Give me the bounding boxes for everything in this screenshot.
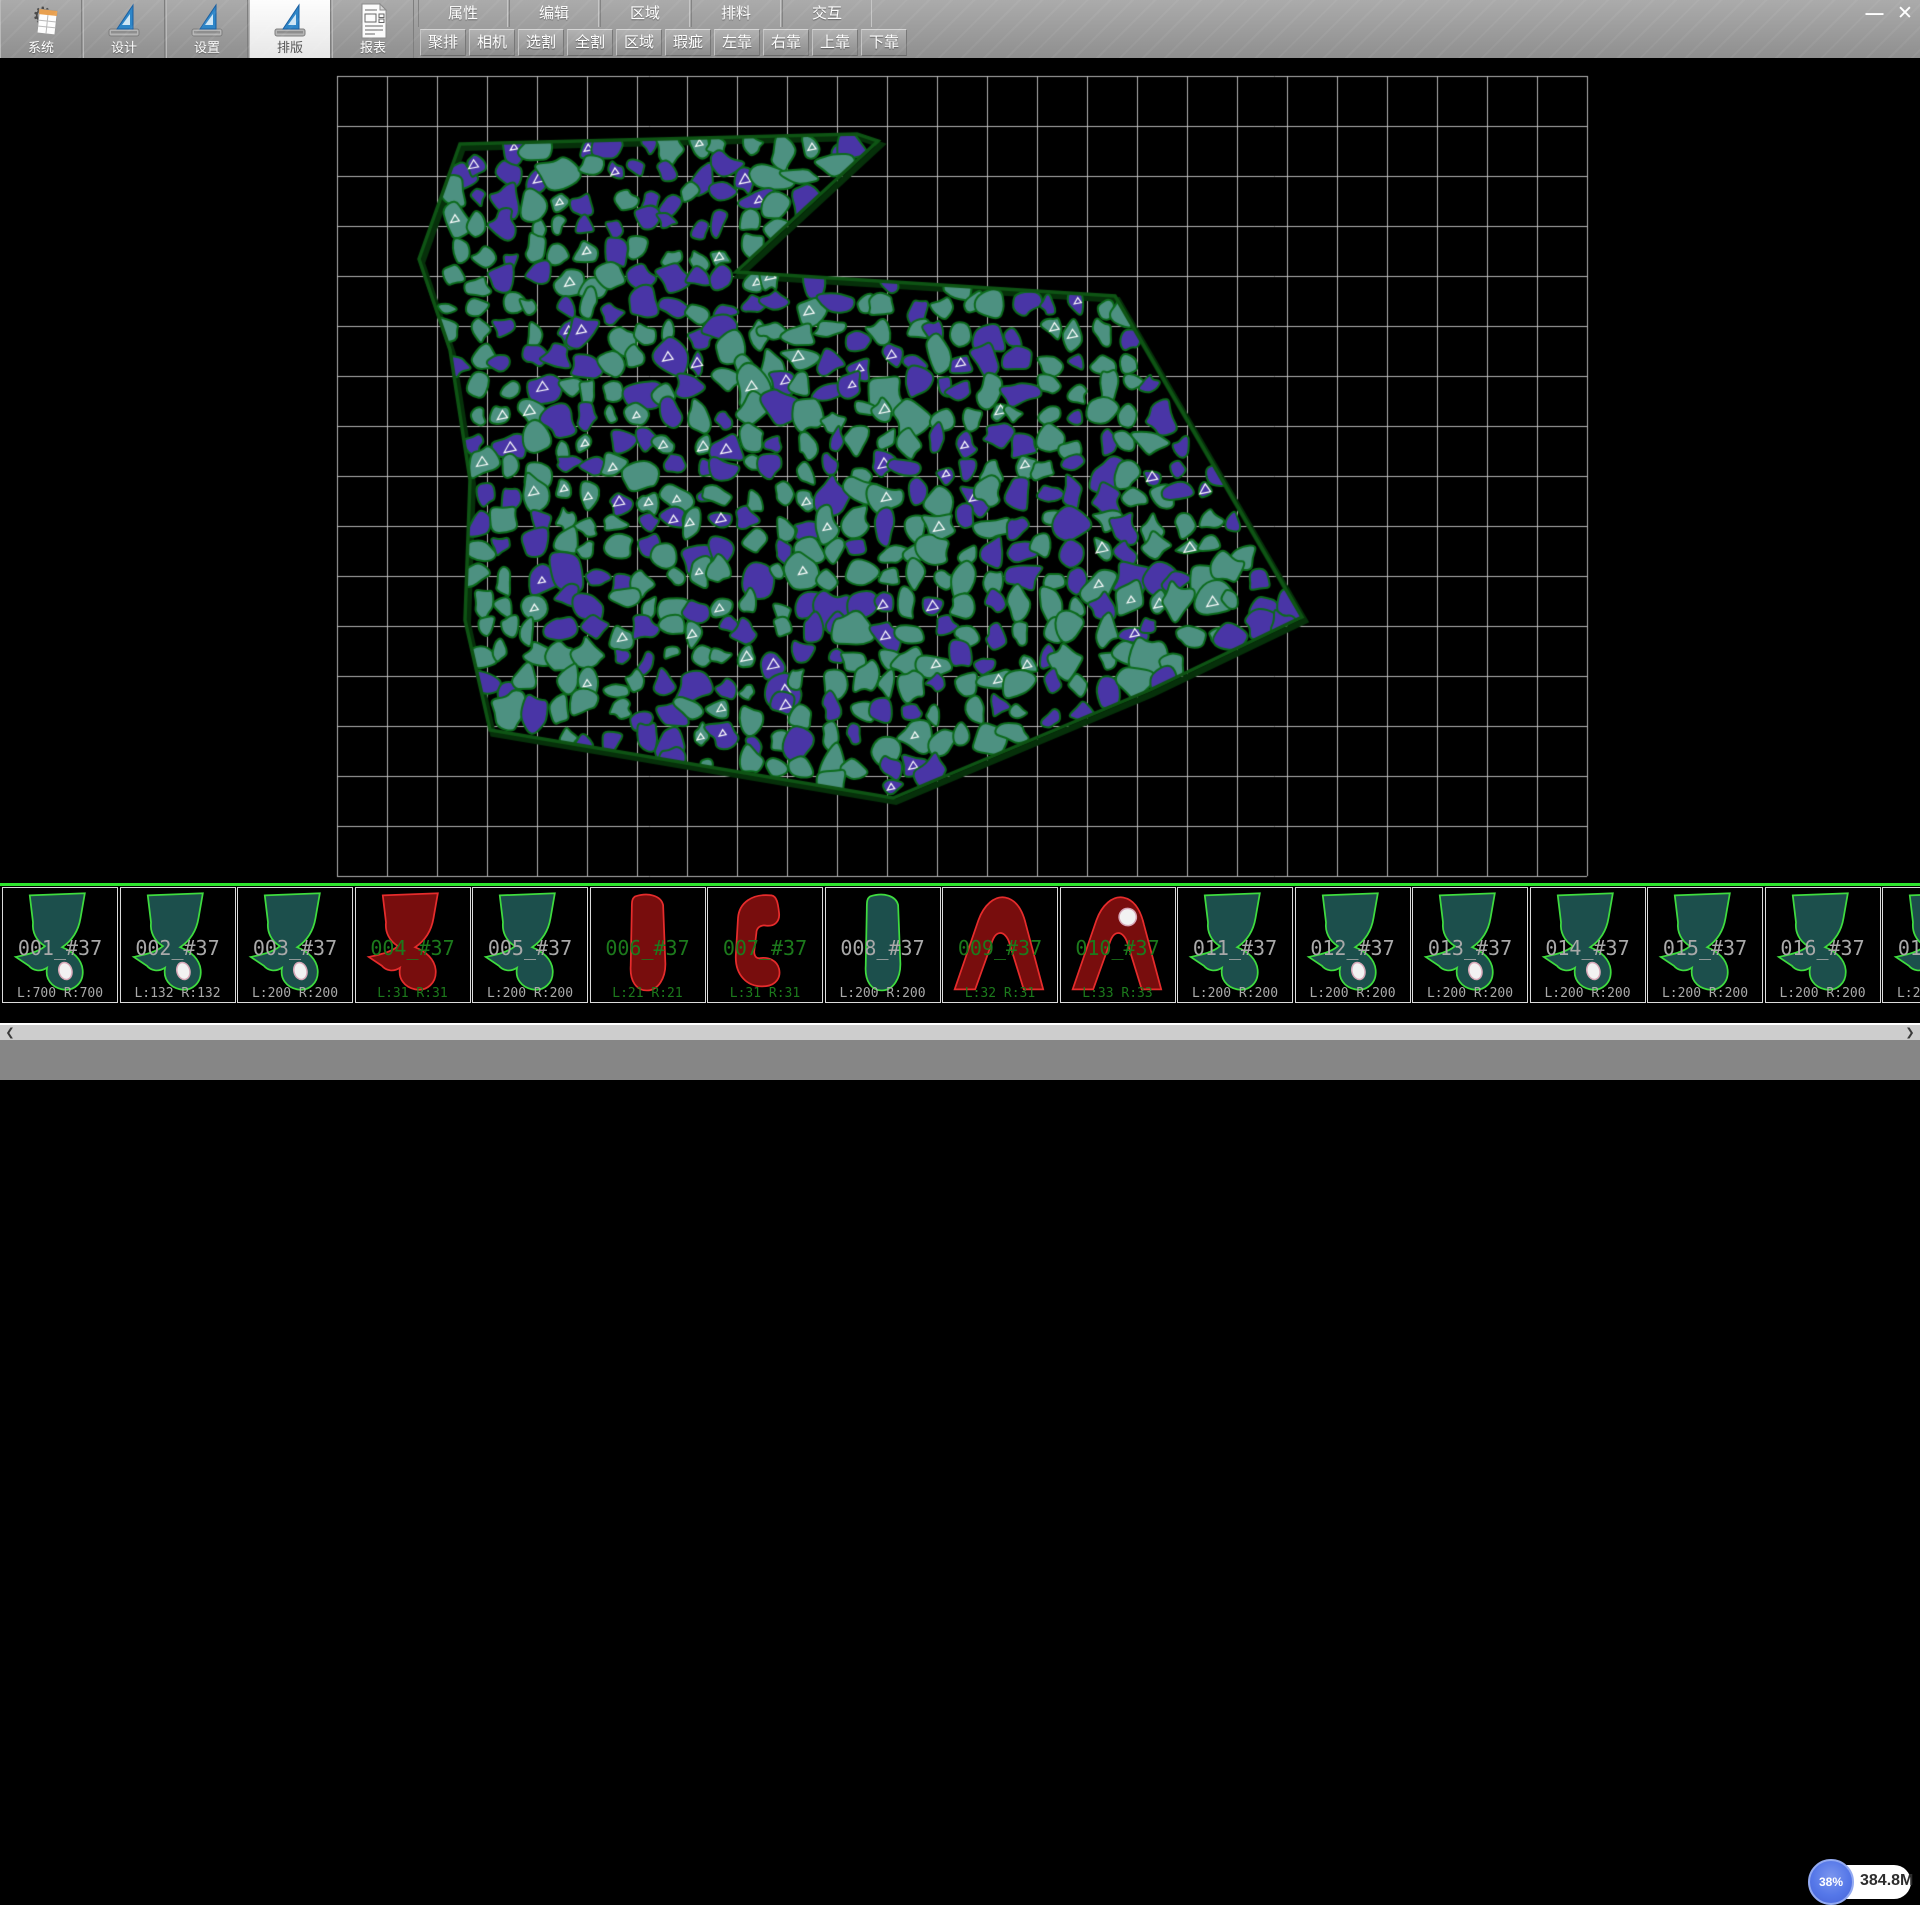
piece-id-label: 004_#37 <box>356 936 470 960</box>
piece-thumbnail-010_#37[interactable]: 010_#37 L:33 R:33 <box>1060 887 1176 1003</box>
piece-thumbnail-005_#37[interactable]: 005_#37 L:200 R:200 <box>472 887 588 1003</box>
piece-counts-label: L:31 R:31 <box>356 986 470 1001</box>
piece-counts-label: L:200 R:200 <box>1648 986 1762 1001</box>
menu-tab-3[interactable]: 区域 <box>600 0 690 27</box>
scroll-left-arrow-icon[interactable]: ❮ <box>2 1026 18 1039</box>
piece-counts-label: L:200 R:200 <box>1413 986 1527 1001</box>
nesting-setsquare-icon <box>250 2 330 40</box>
piece-id-label: 010_#37 <box>1061 936 1175 960</box>
piece-id-label: 013_#37 <box>1413 936 1527 960</box>
nesting-canvas[interactable] <box>0 58 1920 883</box>
toolbar-button-label: 设计 <box>84 40 164 56</box>
piece-counts-label: L:700 R:700 <box>3 986 117 1001</box>
piece-counts-label: L:200 R:200 <box>238 986 352 1001</box>
piece-thumbnail-008_#37[interactable]: 008_#37 L:200 R:200 <box>825 887 941 1003</box>
piece-thumbnail-016_#37[interactable]: 016_#37 L:200 R:200 <box>1765 887 1881 1003</box>
scroll-right-arrow-icon[interactable]: ❯ <box>1902 1026 1918 1039</box>
toolbar-button-label: 报表 <box>333 40 413 56</box>
toolbar-button-5[interactable]: 报表 <box>332 0 414 58</box>
piece-thumbnail-001_#37[interactable]: 001_#37 L:700 R:700 <box>2 887 118 1003</box>
piece-counts-label: L:21 R:21 <box>591 986 705 1001</box>
memory-usage-badge[interactable]: 38% 384.8M <box>1812 1865 1911 1899</box>
menu-tab-4[interactable]: 排料 <box>691 0 781 27</box>
piece-id-label: 016_#37 <box>1766 936 1880 960</box>
piece-id-label: 017_#37 <box>1883 936 1920 960</box>
strip-accent-line <box>0 883 1920 886</box>
action-button-1[interactable]: 聚排 <box>420 29 466 56</box>
action-button-8[interactable]: 右靠 <box>763 29 809 56</box>
piece-thumbnail-015_#37[interactable]: 015_#37 L:200 R:200 <box>1647 887 1763 1003</box>
action-button-3[interactable]: 选割 <box>518 29 564 56</box>
report-document-icon <box>333 2 413 40</box>
action-button-4[interactable]: 全割 <box>567 29 613 56</box>
piece-id-label: 008_#37 <box>826 936 940 960</box>
status-bar <box>0 1040 1920 1080</box>
toolbar-button-1[interactable]: ⚙系统 <box>0 0 82 58</box>
window-controls: — ✕ <box>1862 0 1918 26</box>
settings-setsquare-icon <box>167 2 247 40</box>
piece-thumbnail-004_#37[interactable]: 004_#37 L:31 R:31 <box>355 887 471 1003</box>
menu-tab-2[interactable]: 编辑 <box>509 0 599 27</box>
piece-counts-label: L:200 R:200 <box>1883 986 1920 1001</box>
piece-id-label: 011_#37 <box>1178 936 1292 960</box>
piece-id-label: 005_#37 <box>473 936 587 960</box>
main-toolbar: ⚙系统设计设置排版报表 属性编辑区域排料交互 聚排相机选割全割区域瑕疵左靠右靠上… <box>0 0 1920 58</box>
action-button-10[interactable]: 下靠 <box>861 29 907 56</box>
toolbar-button-4[interactable]: 排版 <box>249 0 331 58</box>
piece-thumbnail-011_#37[interactable]: 011_#37 L:200 R:200 <box>1177 887 1293 1003</box>
piece-thumbnail-013_#37[interactable]: 013_#37 L:200 R:200 <box>1412 887 1528 1003</box>
piece-id-label: 014_#37 <box>1531 936 1645 960</box>
piece-id-label: 015_#37 <box>1648 936 1762 960</box>
action-button-9[interactable]: 上靠 <box>812 29 858 56</box>
piece-thumbnail-014_#37[interactable]: 014_#37 L:200 R:200 <box>1530 887 1646 1003</box>
toolbar-button-3[interactable]: 设置 <box>166 0 248 58</box>
minimize-button[interactable]: — <box>1862 0 1888 26</box>
piece-counts-label: L:132 R:132 <box>121 986 235 1001</box>
piece-thumbnail-009_#37[interactable]: 009_#37 L:32 R:31 <box>942 887 1058 1003</box>
pieces-thumbnail-strip: 001_#37L:700 R:700002_#37L:132 R:132003_… <box>0 883 1920 1023</box>
piece-id-label: 006_#37 <box>591 936 705 960</box>
piece-id-label: 009_#37 <box>943 936 1057 960</box>
piece-counts-label: L:33 R:33 <box>1061 986 1175 1001</box>
piece-id-label: 002_#37 <box>121 936 235 960</box>
usage-percent-circle[interactable]: 38% <box>1808 1859 1854 1905</box>
action-button-6[interactable]: 瑕疵 <box>665 29 711 56</box>
memory-value-label: 384.8M <box>1860 1872 1913 1890</box>
action-button-7[interactable]: 左靠 <box>714 29 760 56</box>
piece-thumbnail-007_#37[interactable]: 007_#37 L:31 R:31 <box>707 887 823 1003</box>
piece-id-label: 003_#37 <box>238 936 352 960</box>
piece-counts-label: L:32 R:31 <box>943 986 1057 1001</box>
action-button-5[interactable]: 区域 <box>616 29 662 56</box>
menu-tab-5[interactable]: 交互 <box>782 0 872 27</box>
toolbar-button-label: 排版 <box>250 40 330 56</box>
piece-thumbnail-002_#37[interactable]: 002_#37 L:132 R:132 <box>120 887 236 1003</box>
nesting-app-window: ⚙系统设计设置排版报表 属性编辑区域排料交互 聚排相机选割全割区域瑕疵左靠右靠上… <box>0 0 1920 1080</box>
piece-thumbnail-017_#37[interactable]: 017_#37 L:200 R:200 <box>1882 887 1920 1003</box>
piece-thumbnail-006_#37[interactable]: 006_#37 L:21 R:21 <box>590 887 706 1003</box>
piece-id-label: 012_#37 <box>1296 936 1410 960</box>
close-button[interactable]: ✕ <box>1892 1 1918 27</box>
toolbar-button-2[interactable]: 设计 <box>83 0 165 58</box>
piece-counts-label: L:200 R:200 <box>1296 986 1410 1001</box>
horizontal-scrollbar[interactable]: ❮ ❯ <box>0 1023 1920 1040</box>
menu-tab-1[interactable]: 属性 <box>418 0 508 27</box>
piece-thumbnail-003_#37[interactable]: 003_#37 L:200 R:200 <box>237 887 353 1003</box>
piece-counts-label: L:200 R:200 <box>473 986 587 1001</box>
piece-counts-label: L:200 R:200 <box>1531 986 1645 1001</box>
piece-counts-label: L:31 R:31 <box>708 986 822 1001</box>
action-button-2[interactable]: 相机 <box>469 29 515 56</box>
piece-id-label: 007_#37 <box>708 936 822 960</box>
toolbar-button-label: 设置 <box>167 40 247 56</box>
design-setsquare-icon <box>84 2 164 40</box>
piece-id-label: 001_#37 <box>3 936 117 960</box>
piece-thumbnail-012_#37[interactable]: 012_#37 L:200 R:200 <box>1295 887 1411 1003</box>
toolbar-button-label: 系统 <box>1 40 81 56</box>
piece-counts-label: L:200 R:200 <box>1766 986 1880 1001</box>
piece-counts-label: L:200 R:200 <box>1178 986 1292 1001</box>
piece-counts-label: L:200 R:200 <box>826 986 940 1001</box>
system-gear-table-icon: ⚙ <box>1 2 81 40</box>
